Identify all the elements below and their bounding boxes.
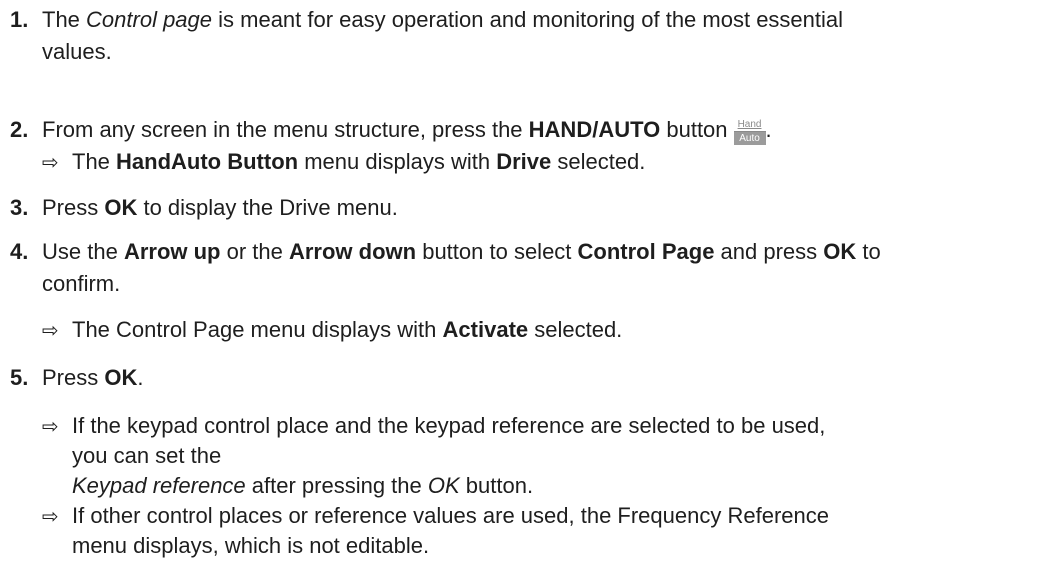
- step-text: From any screen in the menu structure, p…: [42, 117, 772, 145]
- result-arrow-icon: ⇨: [42, 504, 59, 528]
- step-number: 5.: [10, 365, 29, 390]
- step-number: 4.: [10, 239, 29, 264]
- result-arrow-icon: ⇨: [42, 150, 59, 174]
- step-text: The Control page is meant for easy opera…: [42, 7, 844, 32]
- step-text: Use the Arrow up or the Arrow down butto…: [42, 239, 881, 264]
- step-text-continuation: confirm.: [42, 271, 121, 296]
- step-text: Press OK.: [42, 365, 144, 390]
- result-arrow-icon: ⇨: [42, 414, 59, 438]
- result-arrow-icon: ⇨: [42, 318, 59, 342]
- hand-auto-button-icon: Hand Auto: [733, 119, 766, 145]
- control-page-term: Control page: [86, 7, 213, 32]
- step-number: 2.: [10, 117, 29, 142]
- step-number: 3.: [10, 195, 29, 220]
- hand-auto-label: HAND/AUTO: [528, 117, 661, 142]
- step-text: Press OK to display the Drive menu.: [42, 195, 398, 220]
- step-number: 1.: [10, 7, 29, 32]
- step-text-continuation: values.: [42, 39, 112, 64]
